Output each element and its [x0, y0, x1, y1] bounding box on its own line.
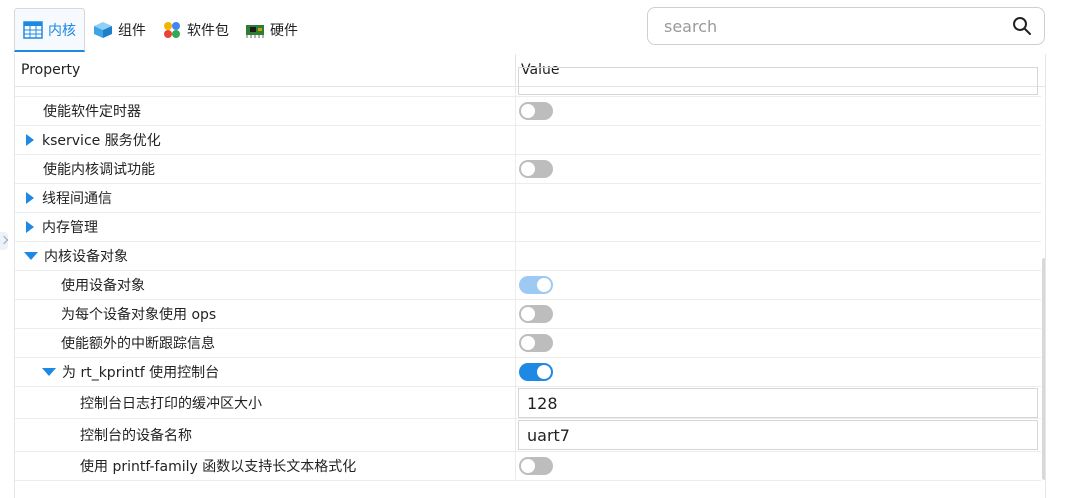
- table-row[interactable]: 控制台日志打印的缓冲区大小 128: [15, 387, 1041, 419]
- table-row[interactable]: 内核设备对象: [15, 242, 1041, 271]
- table-grid-icon: [23, 20, 43, 39]
- value-cell: [516, 271, 1041, 299]
- table-row[interactable]: 使用设备对象: [15, 271, 1041, 300]
- property-cell: 为 rt_kprintf 使用控制台: [15, 358, 516, 386]
- value-cell: [516, 329, 1041, 357]
- tab-label: 软件包: [187, 23, 229, 39]
- value-cell: 128: [516, 387, 1041, 418]
- value-cell: [516, 300, 1041, 328]
- property-label: 控制台日志打印的缓冲区大小: [80, 395, 262, 412]
- value-cell: [516, 213, 1041, 241]
- value-cell: [516, 452, 1041, 480]
- table-row[interactable]: 使用 printf-family 函数以支持长文本格式化: [15, 452, 1041, 481]
- toggle-switch[interactable]: [519, 160, 553, 178]
- expand-arrow-icon[interactable]: [26, 134, 34, 146]
- scrollbar-thumb[interactable]: [1042, 258, 1045, 480]
- property-cell: [15, 87, 516, 96]
- value-cell: [516, 184, 1041, 212]
- search-box: [647, 7, 1045, 45]
- property-label: 使能软件定时器: [43, 104, 141, 120]
- property-table: Property Value 使能软件定时器 kservice 服务优化 使能内…: [14, 54, 1046, 498]
- tab-label: 硬件: [270, 23, 298, 39]
- search-icon[interactable]: [1012, 16, 1032, 36]
- toggle-switch[interactable]: [519, 363, 553, 381]
- search-input[interactable]: [662, 15, 1012, 37]
- value-cell: [516, 242, 1041, 270]
- property-cell: 内存管理: [15, 213, 516, 241]
- property-label: kservice 服务优化: [42, 133, 161, 149]
- toggle-switch[interactable]: [519, 305, 553, 323]
- property-label: 内核设备对象: [44, 249, 128, 265]
- tab-label: 内核: [48, 22, 76, 39]
- property-label: 使能额外的中断跟踪信息: [61, 336, 215, 352]
- property-cell: 内核设备对象: [15, 242, 516, 270]
- value-cell: [516, 97, 1041, 125]
- device-name-input[interactable]: uart7: [518, 420, 1038, 450]
- sidebar-expand-handle[interactable]: [0, 232, 8, 250]
- tab-components[interactable]: 组件: [85, 9, 154, 51]
- tab-packages[interactable]: 软件包: [154, 9, 237, 51]
- column-header-property[interactable]: Property: [15, 54, 516, 86]
- property-label: 使用设备对象: [61, 278, 145, 294]
- property-cell: 使能软件定时器: [15, 97, 516, 125]
- property-label: 内存管理: [42, 220, 98, 236]
- value-cell: [516, 358, 1041, 386]
- tab-label: 组件: [118, 23, 146, 39]
- table-row[interactable]: 控制台的设备名称 uart7: [15, 419, 1041, 452]
- table-row[interactable]: 线程间通信: [15, 184, 1041, 213]
- expand-arrow-icon[interactable]: [26, 192, 34, 204]
- tab-hardware[interactable]: 硬件: [237, 9, 306, 51]
- text-input-partial[interactable]: [518, 67, 1038, 95]
- table-row[interactable]: 使能额外的中断跟踪信息: [15, 329, 1041, 358]
- table-row[interactable]: kservice 服务优化: [15, 126, 1041, 155]
- table-row[interactable]: 为每个设备对象使用 ops: [15, 300, 1041, 329]
- property-cell: 为每个设备对象使用 ops: [15, 300, 516, 328]
- table-row[interactable]: 使能内核调试功能: [15, 155, 1041, 184]
- packages-icon: [162, 21, 182, 39]
- property-cell: 线程间通信: [15, 184, 516, 212]
- toggle-switch[interactable]: [519, 334, 553, 352]
- property-label: 线程间通信: [42, 191, 112, 207]
- property-cell: 使能内核调试功能: [15, 155, 516, 183]
- tab-kernel[interactable]: 内核: [14, 8, 85, 52]
- table-row: [15, 67, 1041, 97]
- property-cell: 控制台的设备名称: [15, 419, 516, 451]
- property-label: 为 rt_kprintf 使用控制台: [62, 365, 220, 381]
- property-label: 为每个设备对象使用 ops: [61, 307, 217, 323]
- property-cell: 使用 printf-family 函数以支持长文本格式化: [15, 452, 516, 480]
- property-label: 使用 printf-family 函数以支持长文本格式化: [80, 459, 357, 475]
- expand-arrow-icon[interactable]: [26, 221, 34, 233]
- table-row[interactable]: 内存管理: [15, 213, 1041, 242]
- value-cell: [516, 155, 1041, 183]
- buffer-size-input[interactable]: 128: [518, 388, 1038, 418]
- property-cell: kservice 服务优化: [15, 126, 516, 154]
- toggle-switch[interactable]: [519, 102, 553, 120]
- collapse-arrow-icon[interactable]: [24, 252, 38, 260]
- value-cell: uart7: [516, 419, 1041, 451]
- circuit-board-icon: [245, 21, 265, 39]
- property-cell: 使能额外的中断跟踪信息: [15, 329, 516, 357]
- property-cell: 控制台日志打印的缓冲区大小: [15, 387, 516, 418]
- value-cell: [516, 126, 1041, 154]
- toggle-switch[interactable]: [519, 276, 553, 294]
- table-row[interactable]: 使能软件定时器: [15, 97, 1041, 126]
- value-cell: [516, 67, 1041, 96]
- cube-icon: [93, 21, 113, 39]
- collapse-arrow-icon[interactable]: [42, 368, 56, 376]
- toggle-switch[interactable]: [519, 457, 553, 475]
- property-cell: 使用设备对象: [15, 271, 516, 299]
- table-row[interactable]: 为 rt_kprintf 使用控制台: [15, 358, 1041, 387]
- property-label: 使能内核调试功能: [43, 162, 155, 178]
- property-label: 控制台的设备名称: [80, 428, 192, 444]
- tab-bar: 内核 组件 软件包 硬件: [14, 8, 306, 52]
